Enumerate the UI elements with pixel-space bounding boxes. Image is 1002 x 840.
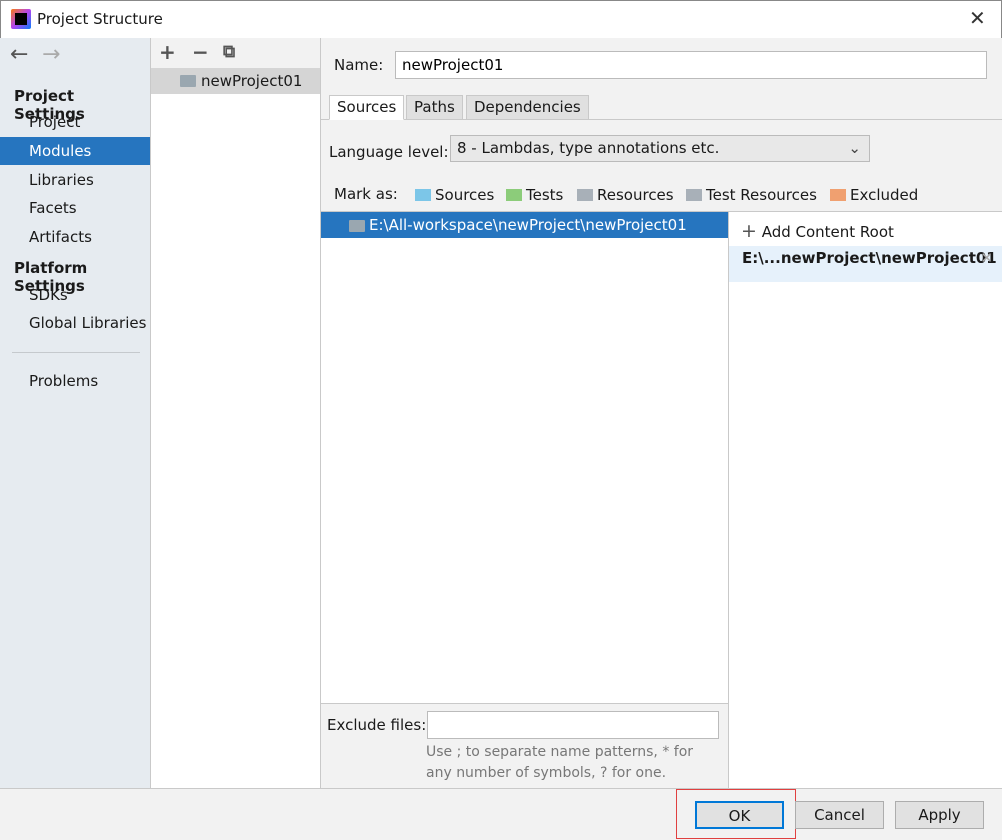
- sidebar-item-sdks[interactable]: SDKs: [0, 281, 150, 309]
- source-tree: E:\All-workspace\newProject\newProject01: [321, 211, 728, 703]
- mark-label: Sources: [435, 186, 495, 204]
- chevron-down-icon: ⌄: [848, 139, 861, 157]
- exclude-files-hint: Use ; to separate name patterns, * for a…: [426, 744, 694, 781]
- name-label: Name:: [334, 56, 384, 74]
- back-arrow-icon[interactable]: ←: [10, 42, 28, 67]
- close-icon[interactable]: ✕: [969, 6, 986, 30]
- remove-icon[interactable]: −: [192, 40, 209, 64]
- cancel-button[interactable]: Cancel: [795, 801, 884, 829]
- mark-resources-button[interactable]: Resources: [577, 186, 674, 204]
- tree-root-item[interactable]: E:\All-workspace\newProject\newProject01: [321, 212, 728, 238]
- mark-label: Tests: [526, 186, 564, 204]
- forward-arrow-icon[interactable]: →: [42, 42, 60, 67]
- modules-panel: + − ⧉ newProject01: [151, 38, 321, 788]
- sidebar-item-modules[interactable]: Modules: [0, 137, 150, 165]
- sidebar: ← → Project Settings Project Modules Lib…: [0, 38, 151, 788]
- window-title: Project Structure: [37, 10, 163, 28]
- sidebar-item-artifacts[interactable]: Artifacts: [0, 223, 150, 251]
- sidebar-item-problems[interactable]: Problems: [0, 367, 150, 395]
- divider: [12, 352, 140, 353]
- module-settings: Name: Sources Paths Dependencies Languag…: [321, 38, 1002, 788]
- tabs: Sources Paths Dependencies: [321, 95, 1002, 120]
- intellij-logo-icon: [11, 9, 31, 29]
- language-level-select[interactable]: 8 - Lambdas, type annotations etc. ⌄: [450, 135, 870, 162]
- content-root-item[interactable]: E:\...newProject\newProject01 ✕: [729, 246, 1002, 282]
- tab-dependencies[interactable]: Dependencies: [466, 95, 589, 120]
- language-level-value: 8 - Lambdas, type annotations etc.: [457, 139, 720, 157]
- sources-folder-icon: [415, 189, 431, 201]
- excluded-folder-icon: [830, 189, 846, 201]
- folder-icon: [349, 219, 365, 232]
- mark-sources-button[interactable]: Sources: [415, 186, 494, 204]
- plus-icon: +: [741, 220, 757, 242]
- button-bar: OK Cancel Apply: [0, 788, 1002, 840]
- mark-label: Resources: [597, 186, 674, 204]
- add-icon[interactable]: +: [159, 40, 176, 64]
- resources-folder-icon: [577, 189, 593, 201]
- sidebar-item-global-libraries[interactable]: Global Libraries: [0, 309, 150, 337]
- tree-root-label: E:\All-workspace\newProject\newProject01: [369, 216, 687, 234]
- content-root-label: E:\...newProject\newProject01: [742, 249, 997, 267]
- add-content-root-label: Add Content Root: [761, 223, 894, 241]
- mark-label: Test Resources: [706, 186, 817, 204]
- title-bar: Project Structure ✕: [0, 0, 1002, 38]
- exclude-files-input[interactable]: [427, 711, 719, 739]
- module-label: newProject01: [201, 72, 303, 90]
- ok-button[interactable]: OK: [695, 801, 784, 829]
- module-folder-icon: [180, 75, 196, 87]
- mark-label: Excluded: [850, 186, 919, 204]
- mark-tests-button[interactable]: Tests: [506, 186, 563, 204]
- remove-root-icon[interactable]: ✕: [980, 249, 993, 267]
- sidebar-item-project[interactable]: Project: [0, 108, 150, 136]
- apply-button[interactable]: Apply: [895, 801, 984, 829]
- name-input[interactable]: [395, 51, 987, 79]
- exclude-files-section: Exclude files: Use ; to separate name pa…: [321, 703, 728, 788]
- exclude-files-label: Exclude files:: [327, 716, 427, 734]
- copy-icon[interactable]: ⧉: [223, 42, 235, 62]
- language-level-label: Language level:: [329, 143, 449, 161]
- module-item[interactable]: newProject01: [151, 68, 320, 94]
- tests-folder-icon: [506, 189, 522, 201]
- tab-paths[interactable]: Paths: [406, 95, 463, 120]
- add-content-root-button[interactable]: + Add Content Root: [741, 220, 894, 242]
- mark-excluded-button[interactable]: Excluded: [830, 186, 918, 204]
- content-roots-panel: + Add Content Root E:\...newProject\newP…: [728, 211, 1002, 788]
- test-resources-folder-icon: [686, 189, 702, 201]
- mark-test-resources-button[interactable]: Test Resources: [686, 186, 817, 204]
- tab-sources[interactable]: Sources: [329, 95, 405, 120]
- modules-toolbar: + − ⧉: [151, 38, 320, 68]
- sidebar-item-facets[interactable]: Facets: [0, 194, 150, 222]
- mark-as-label: Mark as:: [334, 185, 398, 203]
- sidebar-item-libraries[interactable]: Libraries: [0, 166, 150, 194]
